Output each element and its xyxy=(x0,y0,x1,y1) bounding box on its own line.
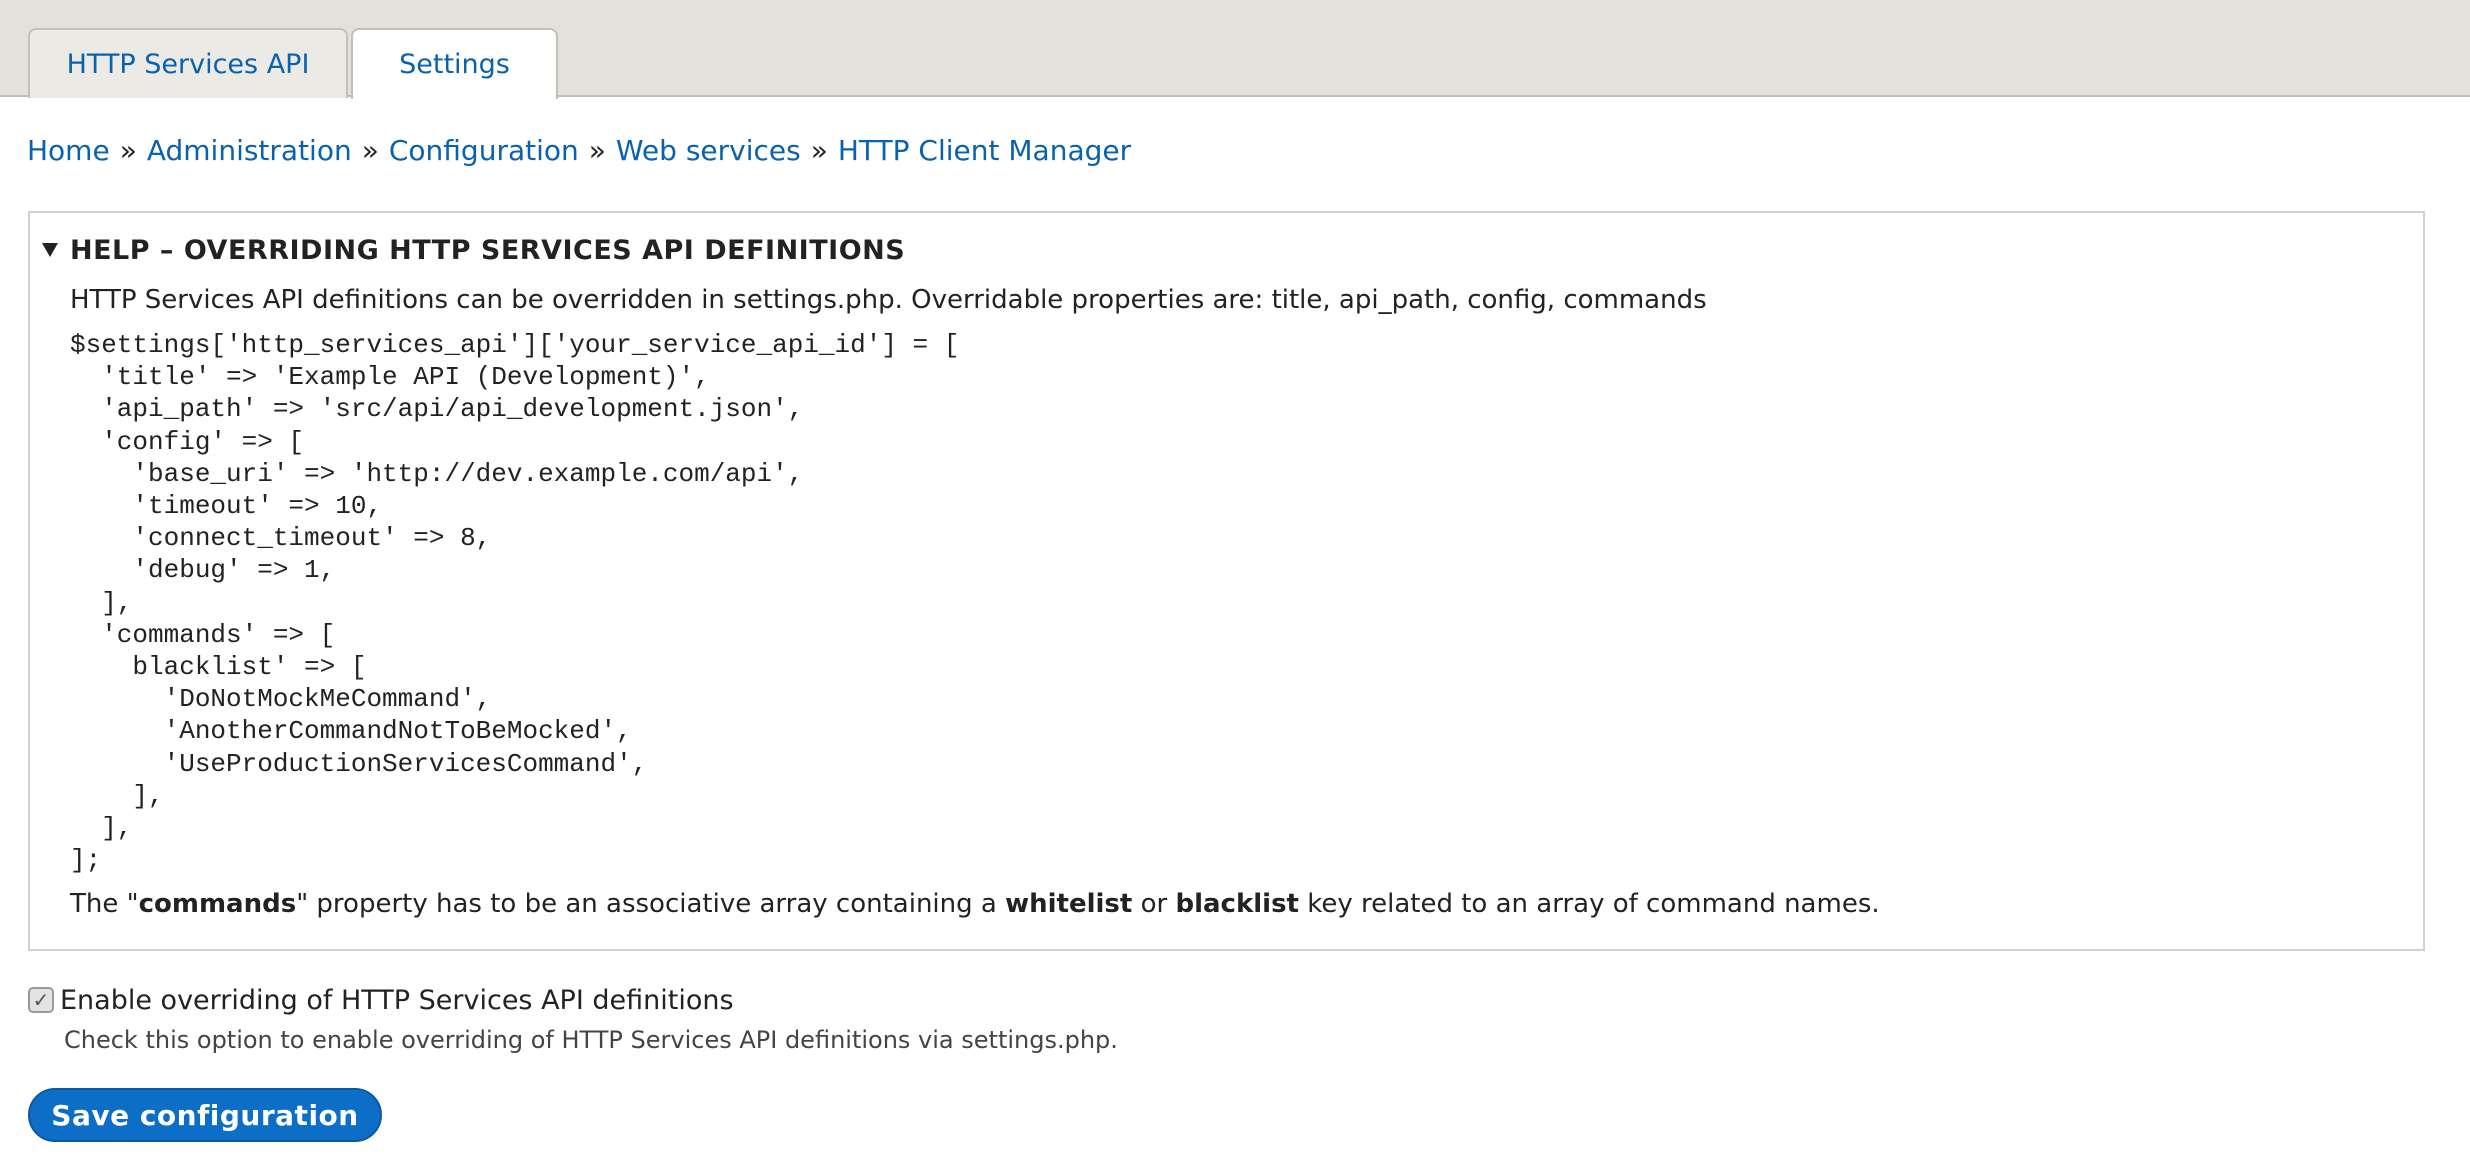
help-details: HELP – OVERRIDING HTTP SERVICES API DEFI… xyxy=(28,211,2425,951)
help-details-summary[interactable]: HELP – OVERRIDING HTTP SERVICES API DEFI… xyxy=(42,230,905,270)
breadcrumb-separator: » xyxy=(119,133,137,167)
triangle-down-icon xyxy=(42,243,58,257)
breadcrumb-http-client-manager[interactable]: HTTP Client Manager xyxy=(838,134,1131,167)
save-configuration-button[interactable]: Save configuration xyxy=(28,1088,382,1142)
enable-override-checkbox[interactable]: ✓ xyxy=(28,987,54,1013)
breadcrumb-separator: » xyxy=(361,133,379,167)
enable-override-checkbox-row[interactable]: ✓ Enable overriding of HTTP Services API… xyxy=(28,982,734,1018)
breadcrumb-web-services[interactable]: Web services xyxy=(616,134,801,167)
help-intro-text: HTTP Services API definitions can be ove… xyxy=(70,285,1707,315)
commands-emphasis: commands xyxy=(138,889,297,919)
help-footer-text: The "commands" property has to be an ass… xyxy=(70,889,1880,919)
whitelist-emphasis: whitelist xyxy=(1005,889,1133,919)
breadcrumb-separator: » xyxy=(810,133,828,167)
breadcrumb-home[interactable]: Home xyxy=(27,134,110,167)
blacklist-emphasis: blacklist xyxy=(1175,889,1299,919)
tabs-bar: HTTP Services API Settings xyxy=(0,0,2470,99)
settings-code-example: $settings['http_services_api']['your_ser… xyxy=(70,330,960,876)
breadcrumb: Home » Administration » Configuration » … xyxy=(27,130,1131,170)
help-title: HELP – OVERRIDING HTTP SERVICES API DEFI… xyxy=(70,234,906,266)
checkmark-icon: ✓ xyxy=(32,988,50,1012)
enable-override-description: Check this option to enable overriding o… xyxy=(64,1026,1118,1054)
tab-http-services-api[interactable]: HTTP Services API xyxy=(28,28,348,98)
enable-override-label: Enable overriding of HTTP Services API d… xyxy=(60,984,734,1016)
breadcrumb-configuration[interactable]: Configuration xyxy=(389,134,579,167)
tab-settings[interactable]: Settings xyxy=(351,28,558,99)
breadcrumb-administration[interactable]: Administration xyxy=(147,134,352,167)
breadcrumb-separator: » xyxy=(588,133,606,167)
